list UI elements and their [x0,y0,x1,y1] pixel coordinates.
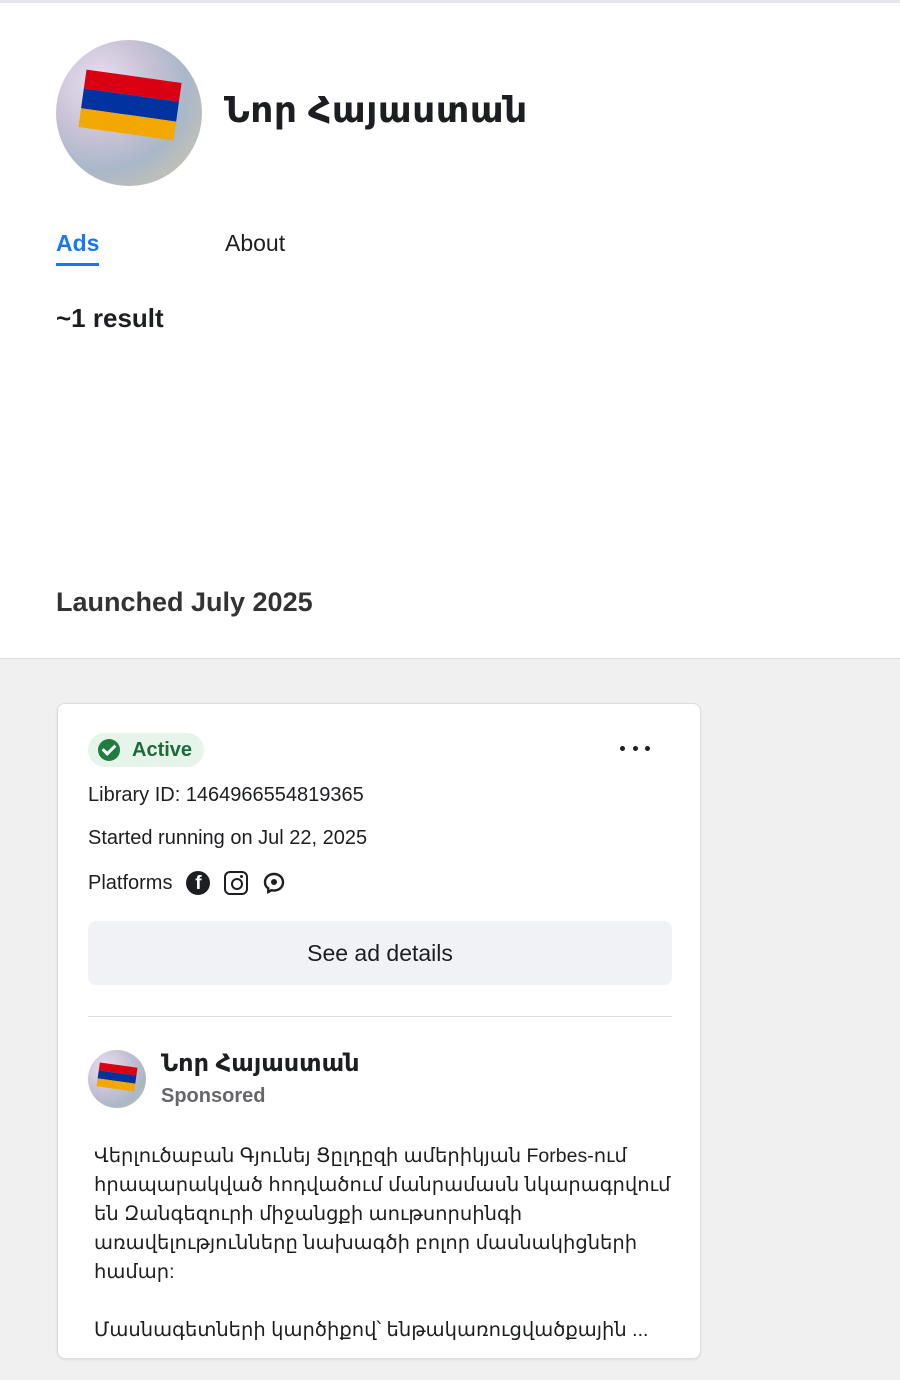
check-circle-icon [98,739,120,761]
platforms-row: Platforms f [88,871,286,895]
divider [88,1016,672,1017]
tab-about[interactable]: About [225,230,285,257]
status-label: Active [132,738,193,761]
platforms-label: Platforms [88,871,173,894]
library-id: Library ID: 1464966554819365 [88,784,364,806]
facebook-icon[interactable]: f [186,871,211,895]
page-avatar[interactable] [56,40,202,186]
launched-heading: Launched July 2025 [56,587,313,617]
status-badge: Active [88,733,205,767]
results-count: ~1 result [56,303,164,333]
instagram-icon[interactable] [224,871,249,895]
page-header: Նոր Հայաստան Ads About ~1 result Launche… [0,3,900,659]
sponsored-label: Sponsored [161,1085,266,1107]
page-title: Նոր Հայաստան [224,89,528,130]
messenger-icon[interactable] [262,871,286,895]
post-page-name[interactable]: Նոր Հայաստան [161,1049,360,1078]
armenian-flag-image [78,69,182,141]
armenian-flag-image [96,1062,138,1092]
tab-ads[interactable]: Ads [56,230,100,266]
more-options-button[interactable] [620,738,650,758]
post-avatar[interactable] [88,1050,146,1108]
ad-body-text-continued: Մասնագետների կարծիքով՝ ենթակառուցվածքայի… [94,1319,649,1341]
ad-card: Active Library ID: 1464966554819365 Star… [57,703,701,1359]
ad-body-text: Վերլուծաբան Գյունեյ Ցըլդըզի ամերիկյան Fo… [94,1145,671,1283]
started-running: Started running on Jul 22, 2025 [88,827,368,849]
more-dots-icon [620,745,625,751]
see-ad-details-button[interactable]: See ad details [88,921,672,985]
